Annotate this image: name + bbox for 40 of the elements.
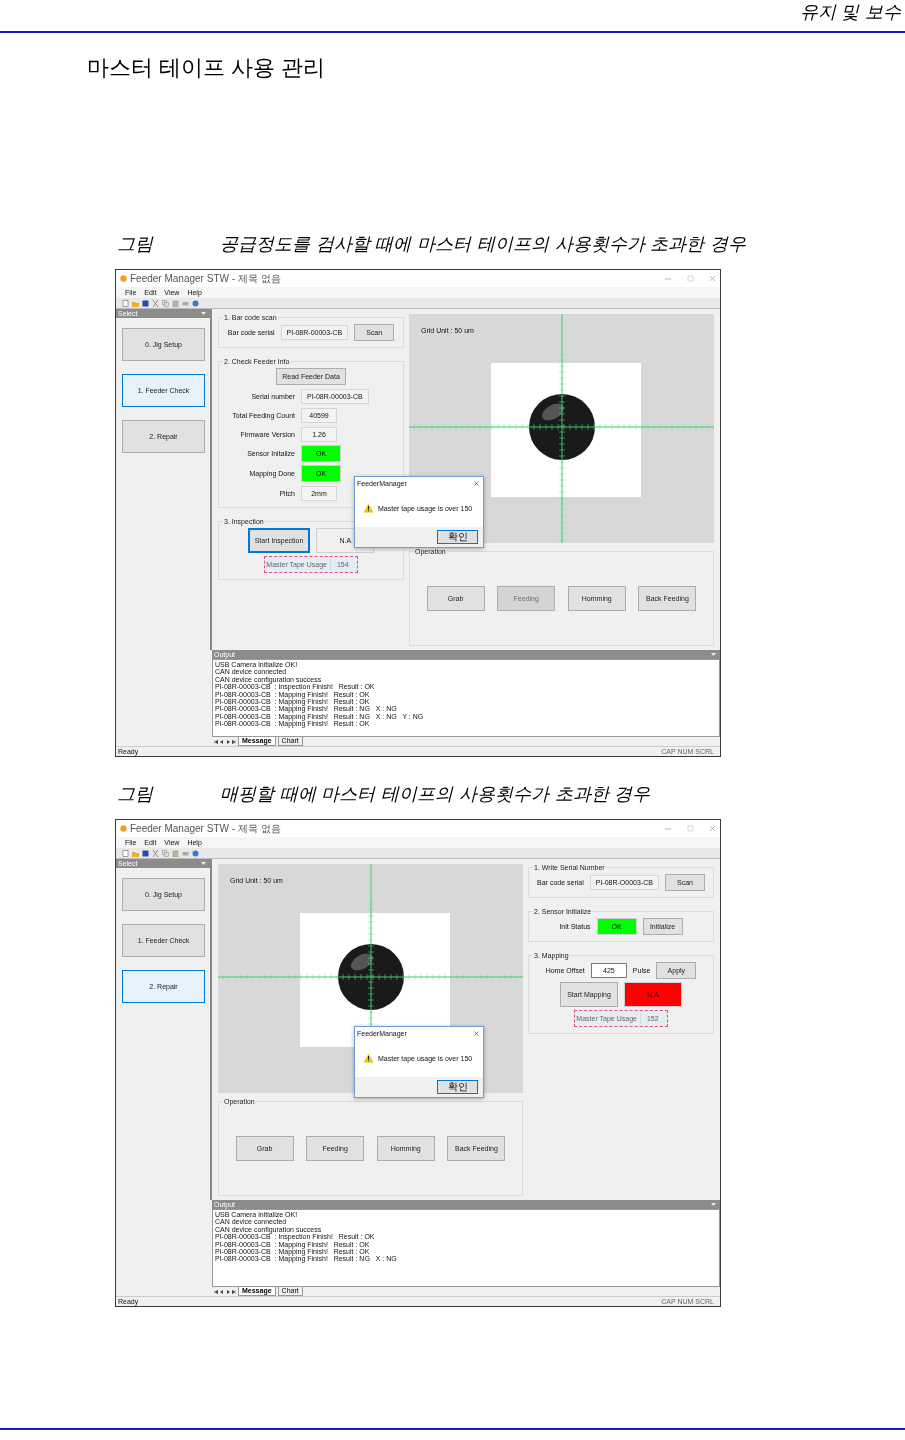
dropdown-icon [711,1203,716,1206]
help-icon[interactable] [192,849,199,857]
copy-icon[interactable] [162,849,169,857]
close-icon [709,275,716,282]
dropdown-icon [201,862,206,865]
next-icon [226,1289,230,1294]
window-title: Feeder Manager STW - 제목 없음 [130,271,282,286]
minimize-icon [664,825,672,832]
last-page-icon [232,1289,236,1294]
app-logo-icon [120,825,127,832]
next-icon [226,739,230,744]
help-icon[interactable] [192,299,199,307]
dropdown-icon [711,653,716,656]
copy-icon[interactable] [162,299,169,307]
maximize-icon [687,275,694,282]
figure-caption: 매핑할 때에 마스터 테이프의 사용횟수가 초과한 경우 [220,782,651,806]
last-page-icon [232,739,236,744]
minimize-icon [664,275,672,282]
section-title: 유지 및 보수 [799,0,901,24]
warning-icon [363,1053,374,1063]
maximize-icon [687,825,694,832]
figure-label: 그림 [117,232,155,256]
confirm-button[interactable]: 확인 [437,1080,478,1094]
page-title: 마스터 테이프 사용 관리 [87,55,327,81]
dropdown-icon [201,312,206,315]
confirm-button[interactable]: 확인 [437,530,478,544]
close-icon[interactable] [474,1030,479,1036]
figure-label: 그림 [117,782,155,806]
close-icon[interactable] [474,480,479,486]
first-page-icon [214,1289,218,1294]
close-icon [709,825,716,832]
previous-icon [220,1289,224,1294]
first-page-icon [214,739,218,744]
previous-icon [220,739,224,744]
warning-icon [363,503,374,513]
window-title: Feeder Manager STW - 제목 없음 [130,821,282,836]
new-file-icon[interactable] [122,849,129,857]
new-file-icon[interactable] [122,299,129,307]
figure-caption: 공급정도를 검사할 때에 마스터 테이프의 사용횟수가 초과한 경우 [220,232,747,256]
app-logo-icon [120,275,127,282]
